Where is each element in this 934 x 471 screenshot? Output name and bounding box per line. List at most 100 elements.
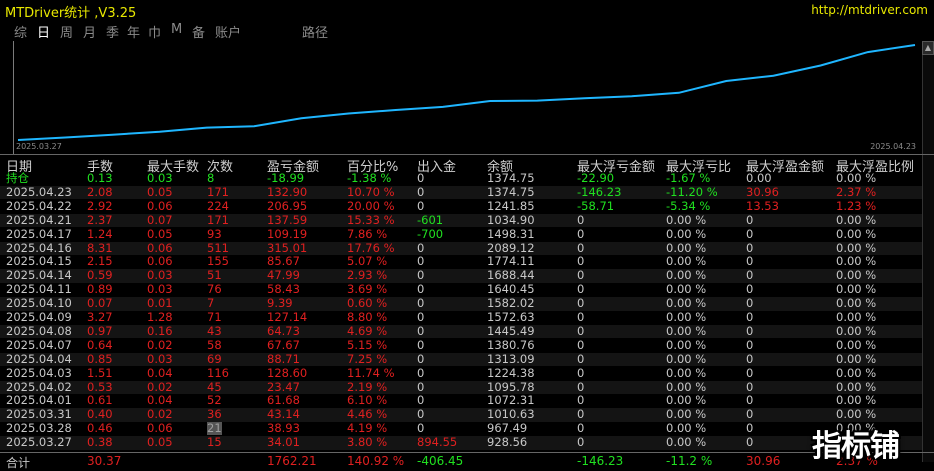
table-row[interactable]: 2025.04.09 3.27 1.28 71 127.14 8.80 % 0 1572.63…: [0, 311, 922, 325]
cell-pct: 7.25 %: [347, 351, 388, 366]
table-row[interactable]: 2025.04.21 2.37 0.07 171 137.59 15.33 % -601 10…: [0, 212, 922, 228]
cell-count: 7: [207, 296, 215, 311]
cell-pnl: 38.93: [267, 421, 300, 436]
tab-9[interactable]: 账户: [215, 22, 241, 41]
cell-mfl-pct: 0.00 %: [666, 323, 707, 338]
tab-5[interactable]: 年: [127, 22, 140, 41]
cell-pct: 6.10 %: [347, 393, 388, 408]
cell-pct: 4.19 %: [347, 421, 388, 436]
cell-max-lots: 0.06: [147, 240, 173, 255]
tab-1[interactable]: 日: [37, 22, 50, 41]
table-row[interactable]: 2025.04.07 0.64 0.02 58 67.67 5.15 % 0 1380.76 0…: [0, 337, 922, 353]
table-row[interactable]: 2025.04.17 1.24 0.05 93 109.19 7.86 % -700 1498…: [0, 226, 922, 242]
cell-mfl-amt: -58.71: [577, 198, 615, 213]
cell-max-lots: 0.04: [147, 365, 173, 380]
cell-count: 71: [207, 310, 222, 324]
cell-flow: 0: [417, 393, 425, 408]
cell-pct: 11.74 %: [347, 365, 395, 380]
cell-date: 2025.04.23: [6, 184, 72, 199]
cell-mfl-amt: 0: [577, 379, 585, 394]
table-row[interactable]: 2025.03.27 0.38 0.05 15 34.01 3.80 % 894.55 928…: [0, 436, 922, 450]
tab-6[interactable]: 巾: [148, 22, 161, 41]
cell-date: 2025.03.27: [6, 435, 72, 450]
table-row[interactable]: 2025.04.16 8.31 0.06 511 315.01 17.76 % 0 2089.…: [0, 240, 922, 255]
cell-pnl: 128.60: [267, 365, 308, 380]
tab-8[interactable]: 备: [192, 22, 205, 41]
cell-lots: 0.59: [87, 268, 113, 283]
cell-count: 45: [207, 379, 222, 394]
table-row[interactable]: 2025.04.04 0.85 0.03 69 88.71 7.25 % 0 1313.09 0…: [0, 351, 922, 367]
cell-mfp-amt: 0: [746, 421, 754, 436]
cell-mfl-pct: -11.20 %: [666, 184, 718, 199]
cell-count: 171: [207, 184, 229, 199]
tab-0[interactable]: 综: [14, 22, 27, 41]
table-row[interactable]: 2025.04.01 0.61 0.04 52 61.68 6.10 % 0 1072.31 0…: [0, 394, 922, 408]
table-row[interactable]: 2025.04.08 0.97 0.16 43 64.73 4.69 % 0 1445.49 0…: [0, 323, 922, 339]
cell-lots: 0.13: [87, 171, 113, 185]
cell-balance: 1072.31: [487, 393, 535, 408]
table-row[interactable]: 2025.04.10 0.07 0.01 7 9.39 0.60 % 0 1582.02 0 0.…: [0, 297, 922, 311]
cell-flow: 0: [417, 171, 425, 185]
total-flow: -406.45: [417, 454, 464, 468]
chart-divider: [0, 154, 934, 155]
table-row[interactable]: 持仓 0.13 0.03 8 -18.99 -1.38 % 0 1374.75 -22.90 -1…: [0, 172, 922, 186]
cell-date: 持仓: [6, 171, 29, 185]
cell-mfp-pct: 0.00 %: [836, 407, 877, 422]
cell-date: 2025.04.22: [6, 198, 72, 213]
cell-max-lots: 1.28: [147, 310, 173, 324]
scroll-up-button[interactable]: ▲: [922, 41, 934, 55]
tab-3[interactable]: 月: [83, 22, 96, 41]
cell-max-lots: 0.05: [147, 226, 173, 241]
tab-10[interactable]: 路径: [302, 22, 328, 41]
table-row[interactable]: 2025.04.23 2.08 0.05 171 132.90 10.70 % 0 1374.…: [0, 184, 922, 200]
cell-date: 2025.04.09: [6, 310, 72, 324]
cell-flow: 0: [417, 282, 425, 297]
table-row[interactable]: 2025.04.03 1.51 0.04 116 128.60 11.74 % 0 1224.…: [0, 365, 922, 381]
cell-lots: 0.40: [87, 407, 113, 422]
cell-max-lots: 0.16: [147, 323, 173, 338]
cell-mfl-amt: 0: [577, 421, 585, 436]
cell-mfp-amt: 0: [746, 268, 754, 283]
cell-pnl: 47.99: [267, 268, 300, 283]
tab-4[interactable]: 季: [106, 22, 119, 41]
table-row[interactable]: 2025.04.14 0.59 0.03 51 47.99 2.93 % 0 1688.44 0…: [0, 269, 922, 283]
table-row[interactable]: 2025.04.15 2.15 0.06 155 85.67 5.07 % 0 1774.11…: [0, 255, 922, 269]
cell-mfl-pct: 0.00 %: [666, 393, 707, 408]
cell-mfl-pct: 0.00 %: [666, 310, 707, 324]
cell-mfp-amt: 0: [746, 435, 754, 450]
cell-balance: 1034.90: [487, 212, 535, 227]
cell-mfp-amt: 0: [746, 337, 754, 352]
cell-mfp-pct: 0.00 %: [836, 365, 877, 380]
cell-lots: 2.15: [87, 254, 113, 269]
cell-mfl-amt: 0: [577, 282, 585, 297]
table-row[interactable]: 2025.04.22 2.92 0.06 224 206.95 20.00 % 0 1241.…: [0, 198, 922, 214]
cell-mfl-pct: 0.00 %: [666, 365, 707, 380]
cell-pnl: 61.68: [267, 393, 300, 408]
cell-balance: 1095.78: [487, 379, 535, 394]
tab-2[interactable]: 周: [60, 22, 73, 41]
vertical-scrollbar[interactable]: [922, 55, 934, 462]
site-url-link[interactable]: http://mtdriver.com: [811, 3, 928, 17]
cell-mfp-pct: 0.00 %: [836, 310, 877, 324]
cell-balance: 1010.63: [487, 407, 535, 422]
cell-balance: 1498.31: [487, 226, 535, 241]
table-row[interactable]: 2025.03.31 0.40 0.02 36 43.14 4.46 % 0 1010.63 0…: [0, 408, 922, 422]
cell-pnl: 88.71: [267, 351, 300, 366]
cell-mfl-amt: 0: [577, 393, 585, 408]
chart-date-end: 2025.04.23: [870, 142, 916, 151]
cell-flow: -700: [417, 226, 444, 241]
cell-mfl-pct: 0.00 %: [666, 282, 707, 297]
tab-7[interactable]: M: [171, 22, 182, 37]
cell-pct: 7.86 %: [347, 226, 388, 241]
cell-mfl-pct: 0.00 %: [666, 379, 707, 394]
cell-mfp-amt: 0: [746, 226, 754, 241]
tab-bar: 综日周月季年巾 M 备账户 路径: [0, 22, 934, 41]
table-row[interactable]: 2025.03.28 0.46 0.06 21 38.93 4.19 % 0 967.49 0 0…: [0, 422, 922, 436]
cell-flow: 894.55: [417, 435, 458, 450]
cell-pct: 2.93 %: [347, 268, 388, 283]
cell-lots: 0.64: [87, 337, 113, 352]
table-row[interactable]: 2025.04.11 0.89 0.03 76 58.43 3.69 % 0 1640.45 0…: [0, 283, 922, 297]
table-row[interactable]: 2025.04.02 0.53 0.02 45 23.47 2.19 % 0 1095.78 0…: [0, 379, 922, 394]
cell-lots: 2.37: [87, 212, 113, 227]
cell-mfl-amt: -22.90: [577, 171, 615, 185]
